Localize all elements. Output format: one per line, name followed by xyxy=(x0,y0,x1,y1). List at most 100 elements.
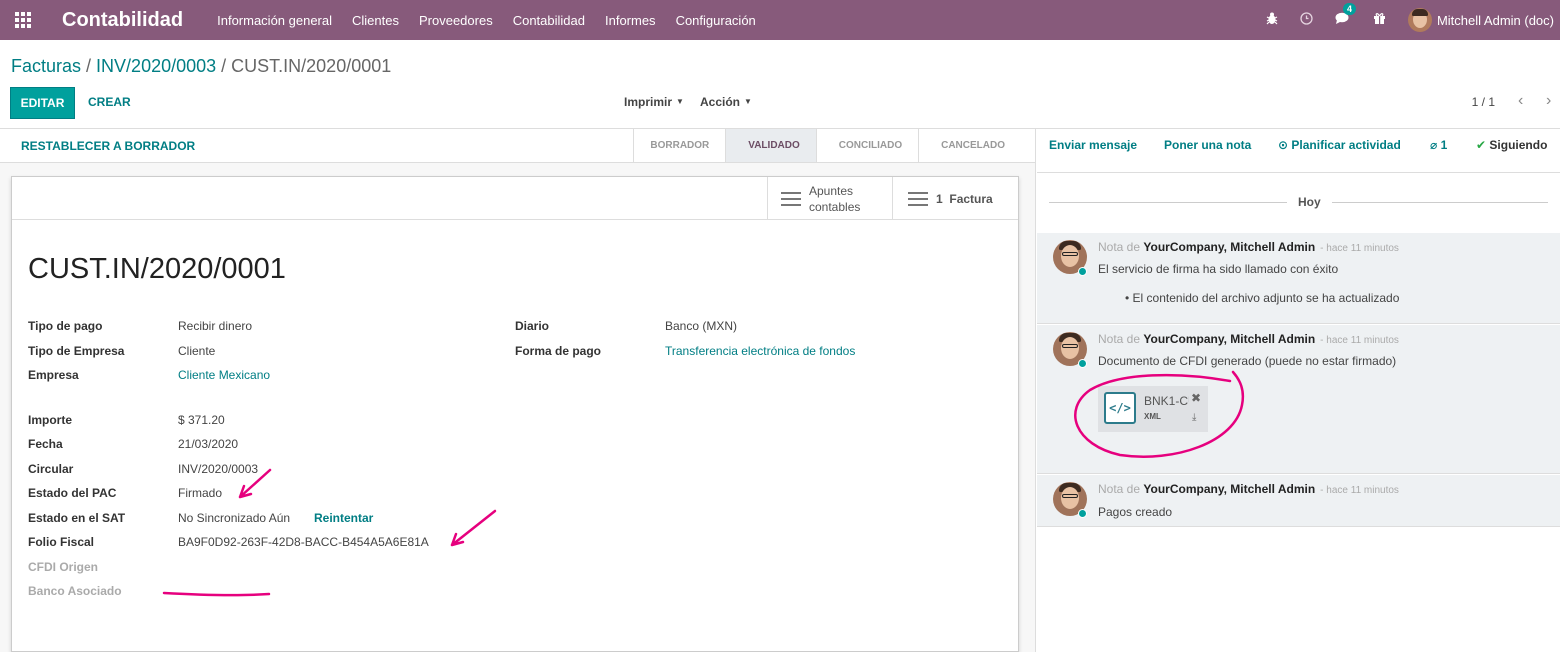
send-message-button[interactable]: Enviar mensaje xyxy=(1049,138,1137,152)
paperclip-icon: ⌀ xyxy=(1430,138,1438,152)
field-value-tipo-empresa: Cliente xyxy=(178,344,216,358)
schedule-activity-button[interactable]: ⊙ Planificar actividad xyxy=(1278,138,1401,152)
online-status-icon xyxy=(1078,359,1087,368)
reset-to-draft-button[interactable]: RESTABLECER A BORRADOR xyxy=(21,139,195,153)
following-label: Siguiendo xyxy=(1489,138,1548,152)
online-status-icon xyxy=(1078,267,1087,276)
message-time: - hace 11 minutos xyxy=(1320,335,1399,346)
message-header: Nota de YourCompany, Mitchell Admin - hac… xyxy=(1098,332,1399,346)
caret-down-icon: ▼ xyxy=(744,97,752,106)
messages-count-badge: 4 xyxy=(1342,3,1356,15)
breadcrumb-facturas[interactable]: Facturas xyxy=(11,56,81,76)
field-label-tipo-empresa: Tipo de Empresa xyxy=(28,344,125,358)
pager-value[interactable]: 1 / 1 xyxy=(1472,95,1495,109)
menu-contabilidad[interactable]: Contabilidad xyxy=(513,13,585,28)
invoice-smart-label: 1 Factura xyxy=(936,191,993,207)
field-label-importe: Importe xyxy=(28,413,73,427)
field-label-folio-fiscal: Folio Fiscal xyxy=(28,535,95,549)
pager-next-icon[interactable]: › xyxy=(1546,92,1551,110)
field-value-circular: INV/2020/0003 xyxy=(178,462,259,476)
menu-configuracion[interactable]: Configuración xyxy=(676,13,756,28)
message-header: Nota de YourCompany, Mitchell Admin - hac… xyxy=(1098,482,1399,496)
field-value-diario: Banco (MXN) xyxy=(665,319,738,333)
list-icon xyxy=(781,191,801,206)
menu-proveedores[interactable]: Proveedores xyxy=(419,13,493,28)
breadcrumb-separator: / xyxy=(86,56,92,76)
field-label-fecha: Fecha xyxy=(28,437,63,451)
chatter-divider xyxy=(1035,128,1036,652)
message-body: Pagos creado xyxy=(1098,505,1173,519)
journal-entries-label-line2: contables xyxy=(809,199,861,214)
attachments-count: 1 xyxy=(1440,138,1448,152)
field-label-forma-pago: Forma de pago xyxy=(515,344,602,358)
message-header: Nota de YourCompany, Mitchell Admin - hac… xyxy=(1098,240,1399,254)
invoice-count: 1 xyxy=(936,191,943,206)
invoice-smart-button[interactable]: 1 Factura xyxy=(892,177,1018,220)
breadcrumb: Facturas / INV/2020/0003/CUST.IN/2020/0001 xyxy=(11,56,391,77)
journal-entries-button[interactable]: Apuntes contables xyxy=(767,177,892,220)
message-time: - hace 11 minutos xyxy=(1320,243,1399,254)
message-time: - hace 11 minutos xyxy=(1320,485,1399,496)
chatter-message: Nota de YourCompany, Mitchell Admin - hac… xyxy=(1037,325,1560,474)
message-type: Nota de xyxy=(1098,240,1141,254)
pager-previous-icon[interactable]: ‹ xyxy=(1518,92,1523,110)
activity-clock-icon[interactable] xyxy=(1300,12,1313,28)
list-icon xyxy=(908,191,928,206)
retry-button[interactable]: Reintentar xyxy=(314,511,373,525)
edit-button[interactable]: EDITAR xyxy=(10,87,75,119)
message-body: El servicio de firma ha sido llamado con… xyxy=(1098,262,1339,276)
apps-menu-icon[interactable] xyxy=(3,0,43,40)
field-value-empresa-link[interactable]: Cliente Mexicano xyxy=(178,368,270,382)
clock-icon: ⊙ xyxy=(1278,138,1289,152)
code-file-icon: </> xyxy=(1104,392,1136,424)
field-label-tipo-pago: Tipo de pago xyxy=(28,319,103,333)
menu-clientes[interactable]: Clientes xyxy=(352,13,399,28)
message-bullet: • El contenido del archivo adjunto se ha… xyxy=(1125,291,1400,305)
user-name[interactable]: Mitchell Admin (doc) xyxy=(1437,13,1554,28)
breadcrumb-separator: / xyxy=(221,56,227,76)
attachment-extension: XML xyxy=(1144,412,1161,421)
gift-icon[interactable] xyxy=(1373,12,1386,28)
field-label-estado-pac: Estado del PAC xyxy=(28,486,117,500)
app-name[interactable]: Contabilidad xyxy=(62,9,183,32)
print-dropdown[interactable]: Imprimir ▼ xyxy=(624,95,684,109)
download-icon[interactable]: ⤓ xyxy=(1192,412,1196,423)
chatter-message: Nota de YourCompany, Mitchell Admin - hac… xyxy=(1037,475,1560,527)
message-body: Documento de CFDI generado (puede no est… xyxy=(1098,354,1397,368)
messages-icon[interactable]: 4 xyxy=(1335,3,1356,28)
message-type: Nota de xyxy=(1098,332,1141,346)
date-separator-today: Hoy xyxy=(1298,195,1321,209)
field-label-circular: Circular xyxy=(28,462,74,476)
stage-pipeline: BORRADOR VALIDADO CONCILIADO CANCELADO xyxy=(633,129,1021,162)
check-icon: ✔ xyxy=(1476,138,1487,152)
message-author[interactable]: YourCompany, Mitchell Admin xyxy=(1143,482,1315,496)
print-label: Imprimir xyxy=(624,95,673,109)
date-separator-line xyxy=(1332,202,1548,203)
action-dropdown[interactable]: Acción ▼ xyxy=(700,95,752,109)
attachment-name: BNK1-CUST.IN-2020-0001 xyxy=(1144,394,1189,408)
message-author[interactable]: YourCompany, Mitchell Admin xyxy=(1143,332,1315,346)
menu-informacion-general[interactable]: Información general xyxy=(217,13,332,28)
menu-informes[interactable]: Informes xyxy=(605,13,656,28)
log-note-button[interactable]: Poner una nota xyxy=(1164,138,1251,152)
attachment-card[interactable]: </> BNK1-CUST.IN-2020-0001 XML ✖ ⤓ xyxy=(1098,386,1208,432)
stage-borrador: BORRADOR xyxy=(633,129,725,162)
stage-conciliado: CONCILIADO xyxy=(815,129,918,162)
attachments-button[interactable]: ⌀ 1 xyxy=(1430,138,1447,152)
debug-bug-icon[interactable] xyxy=(1266,12,1278,28)
create-button[interactable]: CREAR xyxy=(88,95,131,109)
field-value-importe: $ 371.20 xyxy=(178,413,225,427)
stage-cancelado: CANCELADO xyxy=(918,129,1021,162)
breadcrumb-invoice[interactable]: INV/2020/0003 xyxy=(96,56,216,76)
field-value-forma-pago-link[interactable]: Transferencia electrónica de fondos xyxy=(665,344,855,358)
invoice-label: Factura xyxy=(949,191,993,206)
following-button[interactable]: ✔ Siguiendo xyxy=(1476,138,1547,152)
field-value-tipo-pago: Recibir dinero xyxy=(178,319,253,333)
journal-entries-label-line1: Apuntes xyxy=(809,183,854,198)
user-avatar[interactable] xyxy=(1407,8,1432,32)
message-author[interactable]: YourCompany, Mitchell Admin xyxy=(1143,240,1315,254)
field-label-empresa: Empresa xyxy=(28,368,79,382)
close-icon[interactable]: ✖ xyxy=(1191,391,1201,405)
breadcrumb-current: CUST.IN/2020/0001 xyxy=(231,56,392,76)
field-label-diario: Diario xyxy=(515,319,550,333)
